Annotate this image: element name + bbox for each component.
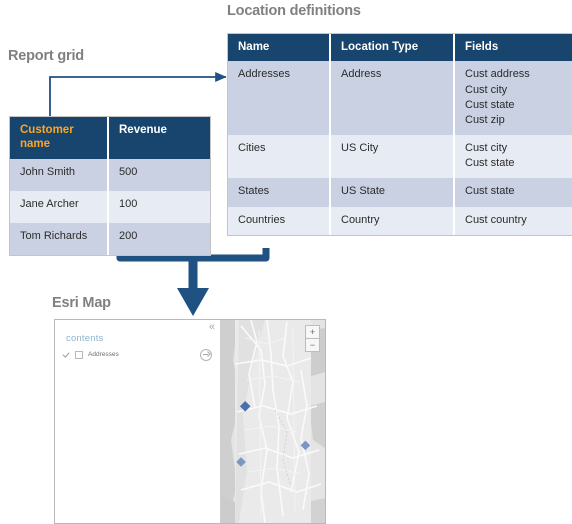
- field-item: Cust city: [465, 83, 508, 96]
- esri-map-title: Esri Map: [52, 295, 111, 311]
- cell-location-type: US City: [330, 135, 455, 179]
- cell-customer-name: Tom Richards: [10, 222, 109, 255]
- field-item: Cust state: [465, 157, 515, 170]
- table-row: Addresses Address Cust address Cust city…: [228, 61, 572, 136]
- table-row: States US State Cust state: [228, 178, 572, 207]
- field-list: Cust country: [465, 213, 564, 228]
- cell-location-fields: Cust city Cust state: [454, 135, 572, 179]
- zoom-in-button[interactable]: +: [306, 326, 319, 339]
- field-item: Cust state: [465, 185, 515, 198]
- field-item: Cust city: [465, 142, 508, 155]
- cell-location-fields: Cust state: [454, 178, 572, 207]
- cell-location-fields: Cust address Cust city Cust state Cust z…: [454, 61, 572, 136]
- cell-location-name: Countries: [228, 206, 331, 235]
- report-grid-header-row: Customer name Revenue: [10, 117, 210, 159]
- table-row: Countries Country Cust country: [228, 206, 572, 235]
- table-row: Tom Richards 200: [10, 222, 210, 255]
- cell-revenue: 100: [108, 190, 210, 223]
- cell-revenue: 200: [108, 222, 210, 255]
- field-item: Cust country: [465, 213, 527, 226]
- report-grid-header-revenue: Revenue: [108, 117, 210, 159]
- diagram-canvas: Report grid Location definitions Esri Ma…: [0, 0, 572, 524]
- location-header-location-type: Location Type: [330, 34, 455, 62]
- cell-location-name: States: [228, 178, 331, 207]
- cell-customer-name: John Smith: [10, 158, 109, 191]
- layer-options-arrow-icon[interactable]: [200, 348, 212, 361]
- connector-arrowhead-to-map: [177, 288, 209, 316]
- map-canvas[interactable]: + −: [221, 320, 325, 523]
- zoom-out-button[interactable]: −: [306, 339, 319, 351]
- location-header-row: Name Location Type Fields: [228, 34, 572, 62]
- cell-revenue: 500: [108, 158, 210, 191]
- cell-location-type: Address: [330, 61, 455, 136]
- cell-location-fields: Cust country: [454, 206, 572, 235]
- layer-symbol-icon: [75, 350, 83, 359]
- location-header-name: Name: [228, 34, 331, 62]
- cell-customer-name: Jane Archer: [10, 190, 109, 223]
- report-grid-title: Report grid: [8, 48, 84, 64]
- layer-name-label: Addresses: [88, 351, 119, 358]
- table-row: Cities US City Cust city Cust state: [228, 135, 572, 179]
- esri-map-widget: « contents Addresses + −: [55, 320, 325, 523]
- cell-location-name: Addresses: [228, 61, 331, 136]
- report-grid-header-customer-name: Customer name: [10, 117, 109, 159]
- collapse-panel-icon[interactable]: «: [209, 322, 215, 333]
- cell-location-name: Cities: [228, 135, 331, 179]
- cell-location-type: US State: [330, 178, 455, 207]
- location-header-fields: Fields: [454, 34, 572, 62]
- field-list: Cust state: [465, 184, 564, 199]
- location-definitions-title: Location definitions: [227, 3, 361, 19]
- report-grid-table: Customer name Revenue John Smith 500 Jan…: [10, 117, 210, 255]
- table-row: John Smith 500: [10, 158, 210, 191]
- list-item[interactable]: Addresses: [63, 348, 212, 361]
- map-contents-panel: « contents Addresses: [55, 320, 221, 523]
- location-definitions-table: Name Location Type Fields Addresses Addr…: [228, 34, 572, 235]
- checkbox-icon[interactable]: [63, 351, 70, 358]
- table-row: Jane Archer 100: [10, 190, 210, 223]
- cell-location-type: Country: [330, 206, 455, 235]
- field-list: Cust address Cust city Cust state Cust z…: [465, 67, 564, 128]
- field-item: Cust address: [465, 68, 530, 81]
- field-item: Cust state: [465, 98, 515, 111]
- contents-panel-label: contents: [66, 333, 104, 344]
- connector-grid-to-addresses: [49, 71, 227, 118]
- map-zoom-controls[interactable]: + −: [305, 325, 320, 352]
- field-item: Cust zip: [465, 113, 505, 126]
- field-list: Cust city Cust state: [465, 141, 564, 171]
